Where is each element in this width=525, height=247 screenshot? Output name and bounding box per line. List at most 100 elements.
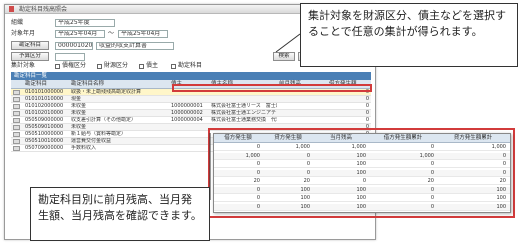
popup-row: 0 0 100 0 0 (214, 161, 510, 168)
popup-row: 0 100 100 0 100 (214, 186, 510, 194)
popup-col-credit-total: 貸方発生額累計 (453, 135, 493, 141)
popup-cell-debit-total: 0 (430, 161, 434, 167)
cell-party: 1000000002 (171, 110, 203, 116)
callout-bottom-text: 勘定科目別に前月残高、当月発生額、当月残高を確認できます。 (38, 193, 202, 222)
popup-cell-debit: 0 (256, 169, 260, 176)
period-to-field[interactable]: 平成25年04月 (118, 30, 168, 38)
popup-cell-credit-total: 0 (502, 169, 506, 176)
popup-col-credit: 貸方発生額 (274, 135, 302, 141)
app-icon (9, 6, 14, 12)
row-select-button[interactable] (13, 125, 20, 130)
org-label: 組織 (11, 19, 24, 26)
popup-row: 1,000 0 100 1,000 0 (214, 152, 510, 160)
popup-cell-credit: 100 (300, 195, 310, 201)
cell-code: 010101010000 (25, 96, 64, 102)
debt-class-checkbox[interactable] (55, 64, 60, 69)
period-from-field[interactable]: 平成25年04月 (55, 30, 105, 38)
callout-top-text: 集計対象を財源区分、債主などを選択することで任意の集計が得られます。 (308, 9, 506, 38)
highlight-frame-top (172, 84, 372, 92)
party-checkbox[interactable] (139, 64, 144, 69)
popup-col-debit-total: 借方発生額累計 (383, 135, 423, 141)
popup-cell-debit-total: 0 (430, 186, 434, 193)
row-select-button[interactable] (13, 104, 20, 109)
table-row[interactable]: 010101010000 現金 0 (11, 96, 371, 103)
popup-cell-credit: 0 (306, 161, 310, 167)
popup-cell-debit-total: 0 (430, 195, 434, 201)
popup-col-debit: 借方発生額 (224, 135, 252, 141)
aggregation-label: 集計対象 (11, 62, 36, 69)
cell-code: 050510010000 (25, 138, 64, 144)
popup-cell-credit: 100 (300, 203, 310, 210)
stage: 勘定科目残高照会 組織 平成25年度 対象年月 平成25年04月 ～ 平成25年… (0, 0, 525, 247)
popup-cell-debit: 1,000 (245, 152, 260, 159)
account-button[interactable]: 勘定科目 (11, 41, 49, 50)
popup-cell-balance: 100 (356, 152, 366, 159)
cell-code: 050509010000 (25, 124, 64, 130)
cell-party: 1000000004 (171, 117, 203, 123)
popup-row: 0 1,000 1,000 0 1,000 (214, 144, 510, 151)
popup-cell-balance: 100 (356, 203, 366, 210)
cell-name: 新１給与（賞料等勘定） (71, 131, 127, 137)
period-separator: ～ (108, 30, 115, 37)
popup-cell-credit-total: 100 (496, 195, 506, 201)
row-select-button[interactable] (13, 132, 20, 137)
popup-cell-debit: 0 (256, 203, 260, 210)
row-select-button[interactable] (13, 111, 20, 116)
cell-name: 収支差引計算（その他勘定） (71, 117, 137, 123)
org-select[interactable]: 平成25年度 (55, 19, 115, 27)
popup-col-balance: 当月残高 (329, 135, 352, 141)
row-select-button[interactable] (13, 139, 20, 144)
table-row[interactable]: 050509000000 収支差引計算（その他勘定） 1000000004 株式会社富… (11, 117, 371, 124)
cell-code: 050509000000 (25, 117, 64, 123)
fund-class-checkbox[interactable] (97, 64, 102, 69)
cell-pname: 株式会社富士通業務交換 代表社 (211, 117, 277, 123)
popup-cell-balance: 0 (362, 178, 366, 184)
cell-code: 010102000000 (25, 103, 64, 109)
popup-row: 0 100 100 0 100 (214, 203, 510, 211)
period-label: 対象年月 (11, 30, 36, 37)
popup-cell-debit-total: 0 (430, 169, 434, 176)
callout-bottom: 勘定科目別に前月残高、当月発生額、当月残高を確認できます。 (30, 187, 210, 241)
account-checkbox[interactable] (171, 64, 176, 69)
cell-debit: 0 (365, 96, 369, 102)
popup-cell-debit: 0 (256, 195, 260, 201)
row-select-button[interactable] (13, 118, 20, 123)
popup-row: 0 100 100 0 100 (214, 195, 510, 202)
cell-code: 010101000000 (25, 89, 64, 95)
fund-class-label: 財源区分 (104, 62, 129, 69)
row-select-button[interactable] (13, 90, 20, 95)
party-label: 債主 (146, 62, 159, 69)
popup-cell-debit-total: 0 (430, 144, 434, 150)
fund-button[interactable]: 予算区分 (11, 52, 49, 61)
callout-top: 集計対象を財源区分、債主などを選択することで任意の集計が得られます。 (300, 3, 518, 67)
cell-name: 取扱・未上勘残残高勘定収計算 (71, 89, 142, 95)
window-title: 勘定科目残高照会 (19, 6, 68, 13)
cell-code: 010102010000 (25, 110, 64, 116)
cell-name: 未収金 (71, 124, 87, 130)
cell-party: 1000000001 (171, 103, 203, 109)
fund-field[interactable] (55, 53, 85, 61)
row-select-button[interactable] (13, 97, 20, 102)
section-title: 勘定科目一覧 (11, 72, 371, 80)
table-row[interactable]: 010102010000 未収金 1000000002 株式会社富士通エンジニアテック… (11, 110, 371, 117)
popup-cell-credit-total: 1,000 (491, 144, 506, 150)
cell-code: 050709000000 (25, 145, 64, 151)
account-name-field: 収益的収支計算書 (96, 42, 174, 50)
cell-name: 手数料収入 (71, 145, 97, 151)
popup-cell-debit: 0 (256, 144, 260, 150)
popup-cell-credit-total: 0 (502, 161, 506, 167)
popup-row: 0 0 100 0 0 (214, 169, 510, 177)
popup-header: 借方発生額 貸方発生額 当月残高 借方発生額累計 貸方発生額累計 (214, 134, 510, 143)
search-button[interactable]: 検索 (273, 52, 295, 61)
cell-debit: 0 (365, 110, 369, 116)
cell-debit: 0 (365, 103, 369, 109)
row-select-button[interactable] (13, 146, 20, 151)
popup-cell-credit: 0 (306, 169, 310, 176)
col-account-name: 勘定科目名称 (71, 81, 105, 87)
popup-cell-credit-total: 0 (502, 152, 506, 159)
popup-cell-balance: 1,000 (351, 144, 366, 150)
table-row[interactable]: 010102000000 未収金 1000000001 株式会社富士通リース 富士通京… (11, 103, 371, 110)
balance-detail-table: 借方発生額 貸方発生額 当月残高 借方発生額累計 貸方発生額累計 0 1,000 1… (213, 133, 511, 213)
cell-pname: 株式会社富士通エンジニアテック (211, 110, 277, 116)
account-code-field[interactable]: 000001020 (55, 42, 93, 50)
